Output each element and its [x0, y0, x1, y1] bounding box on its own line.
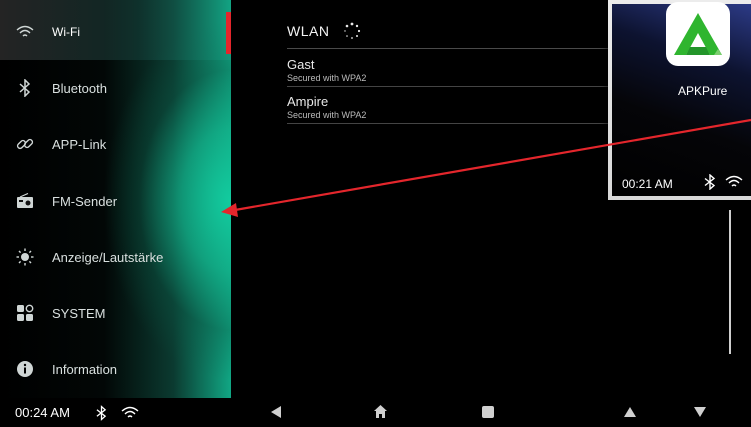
info-icon	[14, 358, 36, 380]
sidebar-item-bluetooth[interactable]: Bluetooth	[0, 68, 228, 108]
wifi-icon	[121, 406, 139, 418]
sidebar-item-information[interactable]: Information	[0, 349, 228, 389]
sidebar-item-label: SYSTEM	[52, 305, 106, 321]
volume-down-button[interactable]	[692, 404, 708, 420]
volume-up-button[interactable]	[622, 404, 638, 420]
brightness-icon	[14, 246, 36, 268]
sidebar-item-label: Wi-Fi	[52, 25, 80, 39]
home-button[interactable]	[372, 403, 388, 419]
sidebar-item-wifi[interactable]: Wi-Fi	[0, 12, 228, 52]
sidebar-item-label: FM-Sender	[52, 193, 118, 209]
bluetooth-icon	[96, 405, 107, 421]
sidebar-item-label: Information	[52, 361, 118, 377]
apkpure-logo-icon	[674, 13, 722, 55]
divider	[287, 123, 617, 124]
triangle-down-icon	[694, 407, 706, 417]
sidebar-item-app-link[interactable]: APP-Link	[0, 124, 228, 164]
loading-spinner-icon	[344, 22, 361, 39]
square-icon	[482, 406, 494, 418]
active-indicator	[226, 12, 231, 54]
wifi-network-item[interactable]: Ampire Secured with WPA2	[287, 94, 617, 124]
status-time: 00:21 AM	[622, 177, 673, 191]
settings-sidebar: Wi-Fi Bluetooth APP-Link FM-Sender Anzei…	[0, 0, 231, 398]
sidebar-item-label: Bluetooth	[52, 80, 107, 96]
status-time: 00:24 AM	[15, 405, 70, 420]
sidebar-item-display-volume[interactable]: Anzeige/Lautstärke	[0, 237, 228, 277]
divider	[287, 48, 617, 49]
scrollbar[interactable]	[729, 210, 731, 354]
back-button[interactable]	[268, 404, 284, 420]
apkpure-app-icon[interactable]	[666, 2, 730, 66]
link-icon	[14, 133, 36, 155]
page-title: WLAN	[287, 23, 330, 39]
divider	[287, 86, 617, 87]
wifi-network-item[interactable]: Gast Secured with WPA2	[287, 57, 617, 87]
sidebar-item-label: Anzeige/Lautstärke	[52, 249, 164, 265]
network-name: Ampire	[287, 94, 329, 109]
inset-screenshot: APKPure 00:21 AM	[608, 0, 751, 200]
triangle-up-icon	[624, 407, 636, 417]
radio-icon	[14, 190, 36, 212]
network-security: Secured with WPA2	[287, 110, 367, 120]
network-security: Secured with WPA2	[287, 73, 367, 83]
bluetooth-icon	[704, 174, 716, 190]
home-icon	[373, 404, 387, 418]
wifi-icon	[725, 175, 743, 187]
network-name: Gast	[287, 57, 315, 72]
app-label: APKPure	[678, 84, 728, 98]
sidebar-item-label: APP-Link	[52, 136, 107, 152]
sidebar-item-system[interactable]: SYSTEM	[0, 293, 228, 333]
system-icon	[14, 302, 36, 324]
recents-button[interactable]	[480, 404, 496, 420]
sidebar-item-fm-sender[interactable]: FM-Sender	[0, 181, 228, 221]
back-triangle-icon	[271, 406, 281, 418]
wlan-header: WLAN	[287, 22, 361, 40]
bluetooth-icon	[14, 77, 36, 99]
wifi-icon	[14, 21, 36, 43]
